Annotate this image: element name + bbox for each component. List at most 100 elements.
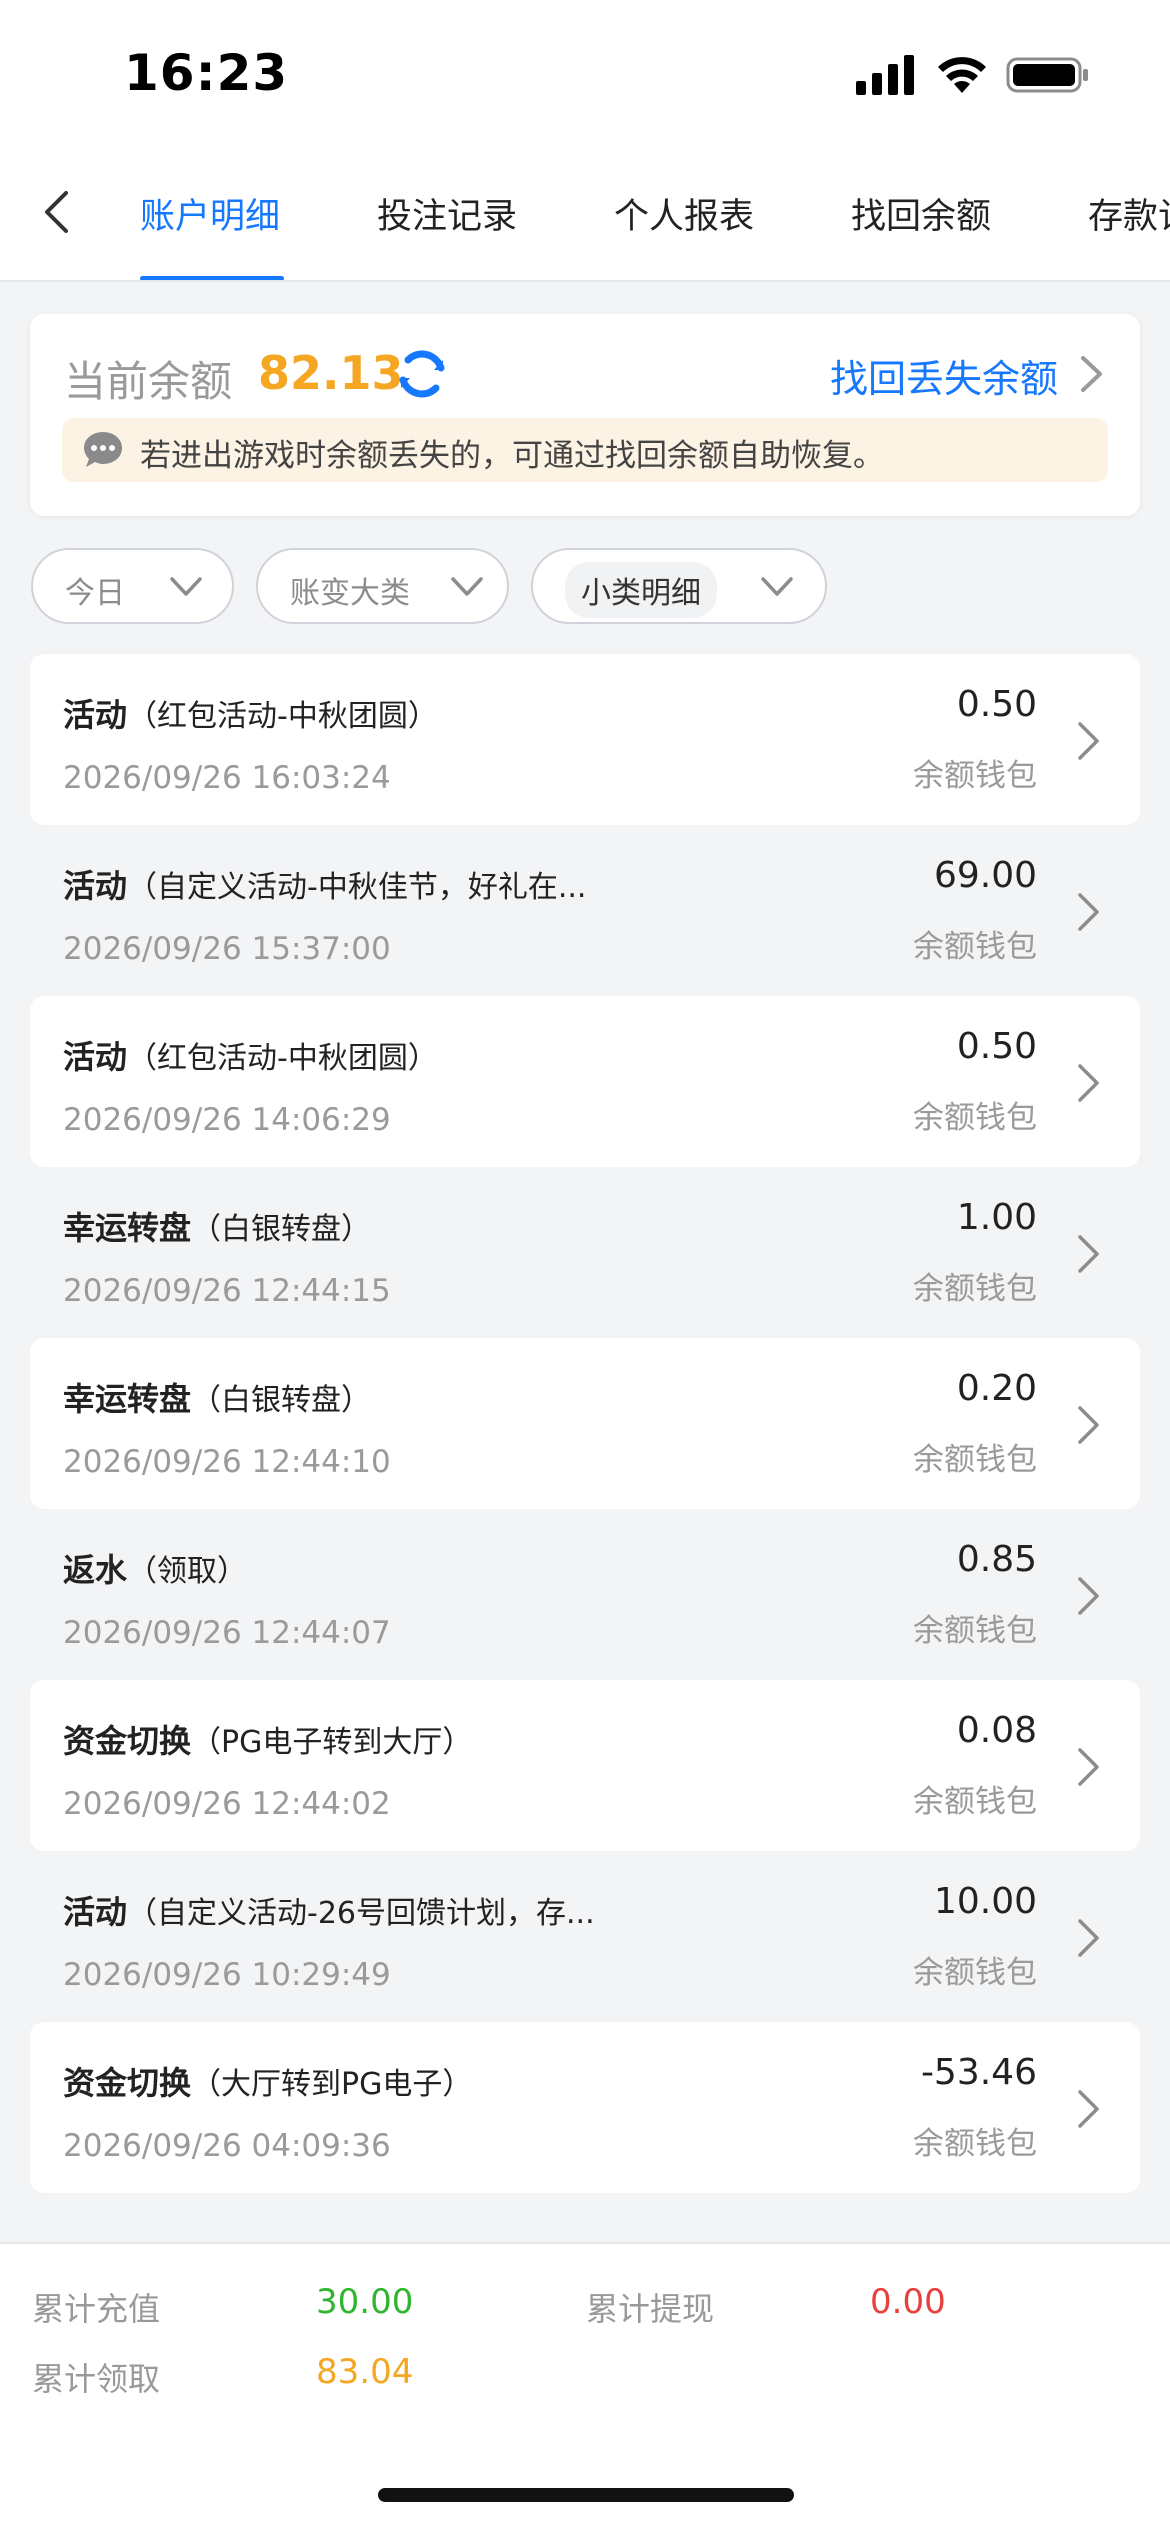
- total-deposit-label: 累计充值: [32, 2290, 161, 2328]
- filter-date[interactable]: 今日: [31, 548, 234, 624]
- row-wallet: 余额钱包: [913, 929, 1037, 965]
- chevron-right-icon[interactable]: [1076, 354, 1106, 394]
- total-withdraw-value: 0.00: [870, 2282, 946, 2322]
- chevron-right-icon: [1078, 1577, 1099, 1615]
- row-type: 资金切换: [63, 2064, 192, 2102]
- row-title: 活动（红包活动-中秋团圆）: [63, 690, 438, 736]
- row-amount: 1.00: [956, 1197, 1037, 1238]
- row-title: 活动（红包活动-中秋团圆）: [63, 1032, 438, 1078]
- transaction-row[interactable]: 活动（红包活动-中秋团圆） 2026/09/26 14:06:29 0.50 余…: [30, 996, 1140, 1167]
- transaction-row[interactable]: 活动（自定义活动-26号回馈计划，存... 2026/09/26 10:29:4…: [30, 1851, 1140, 2022]
- filter-date-label: 今日: [65, 576, 125, 611]
- home-indicator: [378, 2488, 794, 2502]
- row-wallet: 余额钱包: [913, 1955, 1037, 1991]
- chevron-right-icon: [1078, 722, 1099, 760]
- chevron-left-icon: [45, 191, 68, 233]
- tab-recover-balance[interactable]: 找回余额: [851, 188, 991, 239]
- row-wallet: 余额钱包: [913, 1442, 1037, 1478]
- row-time: 2026/09/26 16:03:24: [63, 760, 391, 796]
- chevron-down-icon: [451, 577, 483, 596]
- transaction-row[interactable]: 幸运转盘（白银转盘） 2026/09/26 12:44:10 0.20 余额钱包: [30, 1338, 1140, 1509]
- chevron-right-icon: [1078, 1235, 1099, 1273]
- tab-bet-records[interactable]: 投注记录: [377, 188, 517, 239]
- active-tab-indicator: [140, 276, 284, 280]
- balance-card: 当前余额 82.13 找回丢失余额 若进出游戏时余额丢失的，可通过找回余额自助恢…: [30, 314, 1140, 516]
- row-time: 2026/09/26 12:44:10: [63, 1444, 391, 1480]
- total-withdraw-label: 累计提现: [586, 2290, 715, 2328]
- notice-banner: 若进出游戏时余额丢失的，可通过找回余额自助恢复。: [62, 418, 1108, 482]
- notice-text: 若进出游戏时余额丢失的，可通过找回余额自助恢复。: [140, 438, 884, 474]
- row-amount: 0.50: [956, 684, 1037, 725]
- row-time: 2026/09/26 12:44:02: [63, 1786, 391, 1822]
- row-title: 幸运转盘（白银转盘）: [63, 1374, 371, 1420]
- row-type: 活动: [63, 1893, 128, 1931]
- transaction-row[interactable]: 资金切换（PG电子转到大厅） 2026/09/26 12:44:02 0.08 …: [30, 1680, 1140, 1851]
- transaction-row[interactable]: 活动（红包活动-中秋团圆） 2026/09/26 16:03:24 0.50 余…: [30, 654, 1140, 825]
- row-time: 2026/09/26 15:37:00: [63, 931, 391, 967]
- tab-personal-report[interactable]: 个人报表: [614, 188, 754, 239]
- row-wallet: 余额钱包: [913, 1100, 1037, 1136]
- row-title: 资金切换（PG电子转到大厅）: [63, 1716, 472, 1762]
- filter-subcategory[interactable]: 小类明细: [531, 548, 827, 624]
- row-detail: （白银转盘）: [191, 1212, 372, 1247]
- filter-category[interactable]: 账变大类: [256, 548, 509, 624]
- filter-subcategory-label: 小类明细: [565, 562, 717, 618]
- row-type: 幸运转盘: [63, 1380, 192, 1418]
- tab-account-details[interactable]: 账户明细: [140, 188, 280, 239]
- transaction-row[interactable]: 资金切换（大厅转到PG电子） 2026/09/26 04:09:36 -53.4…: [30, 2022, 1140, 2193]
- row-detail: （自定义活动-26号回馈计划，存...: [127, 1896, 595, 1931]
- row-type: 幸运转盘: [63, 1209, 192, 1247]
- row-amount: 69.00: [933, 855, 1037, 896]
- status-bar: 16:23: [0, 0, 1170, 150]
- row-time: 2026/09/26 12:44:07: [63, 1615, 391, 1651]
- row-type: 活动: [63, 696, 128, 734]
- balance-value: 82.13: [258, 346, 404, 400]
- message-icon: [84, 432, 122, 467]
- signal-icon: [856, 55, 914, 95]
- row-wallet: 余额钱包: [913, 2126, 1037, 2162]
- row-wallet: 余额钱包: [913, 1613, 1037, 1649]
- row-amount: -53.46: [920, 2052, 1037, 2093]
- row-detail: （PG电子转到大厅）: [191, 1725, 473, 1760]
- chevron-down-icon: [761, 577, 793, 596]
- chevron-right-icon: [1078, 1406, 1099, 1444]
- row-detail: （领取）: [127, 1554, 248, 1589]
- row-type: 活动: [63, 1038, 128, 1076]
- recover-lost-balance-link[interactable]: 找回丢失余额: [830, 348, 1058, 403]
- row-amount: 0.08: [956, 1710, 1037, 1751]
- transaction-list: 活动（红包活动-中秋团圆） 2026/09/26 16:03:24 0.50 余…: [30, 654, 1140, 2193]
- row-detail: （白银转盘）: [191, 1383, 372, 1418]
- row-title: 活动（自定义活动-26号回馈计划，存...: [63, 1887, 595, 1933]
- refresh-icon[interactable]: [394, 346, 450, 402]
- row-title: 活动（自定义活动-中秋佳节，好礼在...: [63, 861, 586, 907]
- chevron-right-icon: [1078, 1919, 1099, 1957]
- row-amount: 10.00: [933, 1881, 1037, 1922]
- tab-deposit-records[interactable]: 存款记: [1088, 188, 1170, 239]
- total-claim-value: 83.04: [316, 2352, 414, 2392]
- status-time: 16:23: [124, 44, 289, 102]
- row-amount: 0.50: [956, 1026, 1037, 1067]
- row-type: 活动: [63, 867, 128, 905]
- total-claim-label: 累计领取: [32, 2360, 161, 2398]
- row-detail: （自定义活动-中秋佳节，好礼在...: [127, 870, 587, 905]
- battery-icon: [1006, 57, 1088, 93]
- transaction-row[interactable]: 幸运转盘（白银转盘） 2026/09/26 12:44:15 1.00 余额钱包: [30, 1167, 1140, 1338]
- row-time: 2026/09/26 12:44:15: [63, 1273, 391, 1309]
- row-amount: 0.20: [956, 1368, 1037, 1409]
- filter-category-label: 账变大类: [290, 576, 410, 611]
- row-title: 幸运转盘（白银转盘）: [63, 1203, 371, 1249]
- chevron-right-icon: [1078, 1748, 1099, 1786]
- row-type: 资金切换: [63, 1722, 192, 1760]
- total-deposit-value: 30.00: [316, 2282, 414, 2322]
- row-time: 2026/09/26 14:06:29: [63, 1102, 391, 1138]
- row-title: 返水（领取）: [63, 1545, 247, 1591]
- back-button[interactable]: [26, 182, 86, 242]
- row-wallet: 余额钱包: [913, 1784, 1037, 1820]
- transaction-row[interactable]: 活动（自定义活动-中秋佳节，好礼在... 2026/09/26 15:37:00…: [30, 825, 1140, 996]
- row-detail: （大厅转到PG电子）: [191, 2067, 473, 2102]
- row-wallet: 余额钱包: [913, 1271, 1037, 1307]
- chevron-right-icon: [1078, 2090, 1099, 2128]
- transaction-row[interactable]: 返水（领取） 2026/09/26 12:44:07 0.85 余额钱包: [30, 1509, 1140, 1680]
- status-icons: [856, 55, 1090, 95]
- tab-bar: 账户明细 投注记录 个人报表 找回余额 存款记: [0, 150, 1170, 282]
